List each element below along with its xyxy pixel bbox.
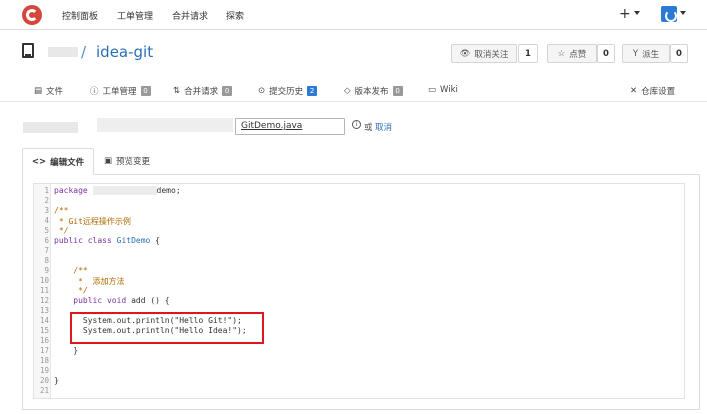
nav-issues[interactable]: 工单管理: [117, 9, 153, 22]
or-text: 或: [364, 123, 373, 133]
line-number: 5: [44, 226, 49, 235]
wrench-icon: ✕: [630, 86, 638, 96]
pull-request-icon: ⇅: [173, 86, 181, 96]
star-icon: ☆: [557, 48, 566, 59]
code-icon: <>: [31, 156, 47, 167]
tab-issues[interactable]: ⓘ 工单管理 0: [90, 85, 151, 97]
gogs-logo-icon[interactable]: [22, 5, 42, 25]
code-line-17[interactable]: }: [54, 346, 78, 355]
line-number: 15: [39, 326, 49, 335]
user-avatar[interactable]: [661, 6, 677, 22]
tab-releases[interactable]: ◇ 版本发布 0: [344, 85, 403, 97]
line-number: 2: [44, 196, 49, 205]
line-number: 4: [44, 216, 49, 225]
code-line-5[interactable]: */: [54, 226, 69, 235]
repo-path-separator: /: [81, 43, 87, 61]
line-number: 9: [44, 266, 49, 275]
tag-icon: ◇: [344, 86, 351, 96]
code-line-6[interactable]: public class GitDemo {: [54, 236, 160, 245]
fork-icon: Y: [632, 48, 639, 59]
path-segment-redacted[interactable]: [97, 118, 233, 132]
chevron-down-icon[interactable]: [634, 11, 640, 15]
repo-icon: [22, 43, 34, 58]
path-segment-redacted[interactable]: [23, 122, 78, 133]
line-number: 14: [39, 316, 49, 325]
unwatch-button[interactable]: 👁︎ 取消关注: [451, 44, 517, 63]
line-number: 17: [39, 346, 49, 355]
eye-icon: 👁︎: [459, 48, 471, 59]
cancel-link[interactable]: 取消: [375, 121, 392, 133]
line-number: 6: [44, 236, 49, 245]
chevron-down-icon[interactable]: [680, 11, 686, 15]
file-diff-icon: ▣: [104, 156, 113, 166]
line-number: 16: [39, 336, 49, 345]
code-line-20[interactable]: }: [54, 376, 59, 385]
code-line-11[interactable]: */: [54, 286, 88, 295]
highlight-annotation-box: [70, 312, 264, 344]
tab-settings[interactable]: ✕ 仓库设置: [630, 85, 675, 97]
line-number: 10: [39, 276, 49, 285]
repo-owner-redacted[interactable]: [48, 47, 78, 57]
top-navbar: 控制面板 工单管理 合并请求 探索 +: [0, 0, 707, 30]
line-number: 7: [44, 246, 49, 255]
line-number: 8: [44, 256, 49, 265]
line-number: 3: [44, 206, 49, 215]
tab-commits[interactable]: ⊙ 提交历史 2: [258, 85, 318, 97]
pulls-badge: 0: [222, 86, 233, 96]
create-new-button[interactable]: +: [619, 6, 631, 22]
line-number: 19: [39, 366, 49, 375]
info-circle-icon: ⓘ: [90, 87, 99, 97]
tab-files[interactable]: ▤ 文件: [34, 85, 63, 97]
file-icon: ▤: [34, 86, 43, 96]
tab-edit-file[interactable]: <> 编辑文件: [22, 148, 94, 175]
line-number: 1: [44, 186, 49, 195]
releases-badge: 0: [392, 86, 403, 96]
nav-explore[interactable]: 探索: [226, 9, 244, 22]
line-number: 13: [39, 306, 49, 315]
filename-input[interactable]: GitDemo.java: [235, 118, 345, 135]
code-line-9[interactable]: /**: [54, 266, 87, 275]
nav-pulls[interactable]: 合并请求: [172, 9, 208, 22]
code-editor[interactable]: 1 2 3 4 5 6 7 8 9 10 11 12 13 14 15 16 17 18 19 20 21 packag…: [33, 183, 685, 399]
fork-button[interactable]: Y 派生: [622, 44, 670, 63]
line-number: 21: [39, 386, 49, 395]
tab-pulls[interactable]: ⇅ 合并请求 0: [173, 85, 233, 97]
code-line-3[interactable]: /**: [54, 206, 68, 215]
line-number: 12: [39, 296, 49, 305]
line-number: 18: [39, 356, 49, 365]
tab-wiki[interactable]: ▭ Wiki: [428, 85, 458, 95]
tab-preview-changes[interactable]: ▣ 预览变更: [104, 155, 150, 167]
line-number: 11: [39, 286, 49, 295]
star-count[interactable]: 0: [597, 44, 615, 63]
editor-tabs: <> 编辑文件 ▣ 预览变更: [22, 148, 707, 175]
package-name-redacted: [92, 186, 157, 195]
nav-dashboard[interactable]: 控制面板: [62, 9, 98, 22]
repo-tabs: ▤ 文件 ⓘ 工单管理 0 ⇅ 合并请求 0 ⊙ 提交历史 2 ◇ 版本发布 0…: [0, 78, 707, 102]
line-number: 20: [39, 376, 49, 385]
watch-count[interactable]: 1: [518, 44, 538, 63]
code-line-12[interactable]: public void add () {: [54, 296, 169, 305]
history-icon: ⊙: [258, 86, 266, 96]
star-button[interactable]: ☆ 点赞: [547, 44, 597, 63]
issues-badge: 0: [140, 86, 151, 96]
repo-name-link[interactable]: idea-git: [96, 43, 153, 61]
code-line-1[interactable]: package demo;: [54, 186, 181, 195]
commits-badge: 2: [307, 86, 318, 96]
info-icon[interactable]: i: [352, 120, 361, 129]
book-icon: ▭: [428, 85, 437, 95]
fork-count[interactable]: 0: [670, 44, 688, 63]
